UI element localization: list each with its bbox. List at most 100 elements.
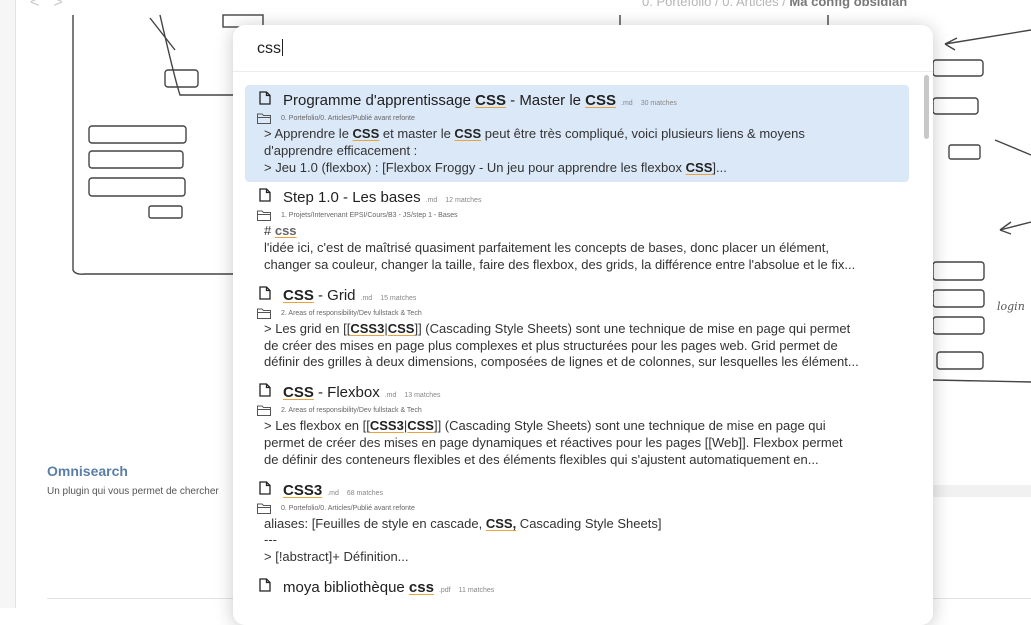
results-scrollbar[interactable] (924, 75, 929, 139)
excerpt-text: Cascading Style Sheets] (516, 515, 662, 531)
file-extension: .md (384, 392, 397, 400)
file-extension: .md (621, 100, 633, 107)
text-caret (282, 39, 283, 56)
folder-icon (257, 405, 281, 417)
search-result[interactable]: CSS - Grid .md 15 matches 2. Areas of respo… (245, 280, 909, 377)
result-excerpt: > Les grid en [[CSS3|CSS]] (Cascading St… (245, 321, 909, 371)
excerpt-text: changer sa couleur, changer la taille, f… (264, 256, 856, 272)
excerpt-line: > Apprendre le CSS et master le CSS peut… (264, 126, 895, 143)
excerpt-line: de définir des conteneurs flexibles et d… (264, 452, 895, 469)
file-extension: .md (327, 489, 339, 497)
search-input[interactable]: css (257, 39, 283, 58)
match-highlight: CSS (475, 92, 506, 109)
file-extension: .md (425, 197, 438, 205)
excerpt-text: peut être très compliqué, voici plusieur… (481, 126, 805, 141)
document-icon (259, 480, 283, 495)
excerpt-text: aliases: [Feuilles de style en cascade, (264, 515, 486, 531)
excerpt-text: > Les grid en [[ (264, 320, 351, 336)
result-excerpt: aliases: [Feuilles de style en cascade, … (245, 516, 909, 566)
path-text: 0. Portefolio/0. Articles/Publié avant r… (281, 504, 415, 512)
search-result[interactable]: moya bibliothèque css .pdf 11 matches (245, 572, 909, 604)
title-text: Programme d'apprentissage (283, 92, 476, 109)
excerpt-line: l'idée ici, c'est de maîtrisé quasiment … (264, 240, 895, 257)
match-highlight: CSS, (485, 515, 517, 531)
folder-icon (257, 113, 281, 124)
excerpt-line: de créer des mises en page plus complexe… (264, 338, 895, 355)
document-icon (259, 578, 283, 592)
left-ribbon (0, 0, 16, 608)
search-result[interactable]: CSS - Flexbox .md 13 matches 2. Areas of re… (245, 377, 909, 474)
excerpt-line: aliases: [Feuilles de style en cascade, … (264, 516, 895, 533)
excerpt-line: > Les flexbox en [[CSS3|CSS]] (Cascading… (264, 418, 895, 435)
title-text: - Flexbox (313, 384, 380, 402)
document-icon (259, 383, 283, 397)
result-title: CSS3 (283, 482, 322, 499)
search-bar[interactable]: css (233, 25, 933, 72)
match-highlight: CSS (387, 320, 415, 336)
excerpt-text: de créer des mises en page plus complexe… (264, 337, 838, 353)
result-header: Step 1.0 - Les bases .md 12 matches (245, 188, 909, 208)
results-list: Programme d'apprentissage CSS - Master l… (245, 85, 909, 604)
match-highlight: css (408, 578, 434, 596)
match-highlight: CSS3 (369, 418, 404, 434)
match-highlight: CSS (585, 92, 617, 109)
match-count: 15 matches (380, 294, 417, 302)
folder-icon (257, 503, 281, 514)
search-result[interactable]: Step 1.0 - Les bases .md 12 matches 1. Proj… (245, 182, 909, 279)
excerpt-text: l'idée ici, c'est de maîtrisé quasiment … (264, 240, 829, 256)
excerpt-text: ]... (712, 159, 727, 175)
excerpt-line: # css (264, 223, 895, 240)
match-highlight: CSS (407, 418, 434, 434)
match-count: 30 matches (640, 100, 677, 107)
result-path: 2. Areas of responsibility/Dev fullstack… (245, 306, 909, 321)
result-title: CSS - Grid (283, 287, 356, 304)
match-highlight: css (274, 223, 297, 239)
excerpt-text: > Les flexbox en [[ (264, 418, 370, 434)
result-path: 1. Projets/Intervenant EPSI/Cours/B3 - J… (245, 208, 909, 223)
excerpt-text: ]] (Cascading Style Sheets) sont une tec… (433, 418, 826, 434)
match-count: 68 matches (346, 489, 384, 497)
result-excerpt: > Les flexbox en [[CSS3|CSS]] (Cascading… (245, 418, 909, 468)
search-result[interactable]: Programme d'apprentissage CSS - Master l… (245, 85, 909, 183)
folder-icon (257, 308, 281, 319)
match-highlight: CSS (454, 126, 482, 141)
background-band (933, 485, 1031, 497)
match-highlight: CSS (352, 126, 380, 141)
result-path: 0. Portefolio/0. Articles/Publié avant r… (245, 501, 909, 516)
result-title: moya bibliothèque css (283, 579, 434, 596)
file-extension: .md (360, 294, 373, 302)
title-text: moya bibliothèque (283, 578, 409, 596)
result-excerpt: > Apprendre le CSS et master le CSS peut… (245, 126, 909, 176)
result-path: 2. Areas of responsibility/Dev fullstack… (245, 403, 909, 418)
excerpt-line: > Jeu 1.0 (flexbox) : [Flexbox Froggy - … (264, 160, 895, 177)
excerpt-text: et master le (379, 126, 455, 141)
document-icon (259, 91, 283, 105)
plugin-description: Un plugin qui vous permet de chercher (47, 486, 219, 497)
path-text: 0. Portefolio/0. Articles/Publié avant r… (281, 115, 415, 122)
excerpt-text: définir des grilles à deux dimensions, c… (264, 354, 859, 370)
excerpt-text: --- (264, 532, 277, 548)
plugin-title[interactable]: Omnisearch (47, 463, 128, 479)
path-text: 2. Areas of responsibility/Dev fullstack… (281, 407, 422, 415)
result-header: CSS - Grid .md 15 matches (245, 286, 909, 306)
match-highlight: CSS3 (350, 320, 385, 336)
match-count: 12 matches (445, 197, 482, 205)
excerpt-text: de définir des conteneurs flexibles et d… (264, 451, 819, 467)
excerpt-text: permet de créer des mises en page dynami… (264, 434, 843, 450)
excerpt-line: > Les grid en [[CSS3|CSS]] (Cascading St… (264, 321, 895, 338)
excerpt-text: # (264, 223, 275, 239)
excerpt-line: d'apprendre efficacement : (264, 143, 895, 160)
result-header: moya bibliothèque css .pdf 11 matches (245, 578, 909, 598)
result-excerpt: # css l'idée ici, c'est de maîtrisé quasi… (245, 223, 909, 273)
title-text: - Grid (313, 286, 356, 304)
excerpt-line: permet de créer des mises en page dynami… (264, 435, 895, 452)
path-text: 2. Areas of responsibility/Dev fullstack… (281, 309, 422, 317)
result-title: Programme d'apprentissage CSS - Master l… (283, 92, 616, 109)
result-path: 0. Portefolio/0. Articles/Publié avant r… (245, 111, 909, 126)
search-result[interactable]: CSS3 .md 68 matches 0. Portefolio/0. Articl… (245, 475, 909, 572)
excerpt-text: > [!abstract]+ Définition... (264, 549, 409, 565)
sketch-label: login (997, 300, 1025, 313)
excerpt-text: > Apprendre le (264, 126, 353, 141)
path-text: 1. Projets/Intervenant EPSI/Cours/B3 - J… (281, 212, 458, 220)
folder-icon (257, 210, 281, 222)
